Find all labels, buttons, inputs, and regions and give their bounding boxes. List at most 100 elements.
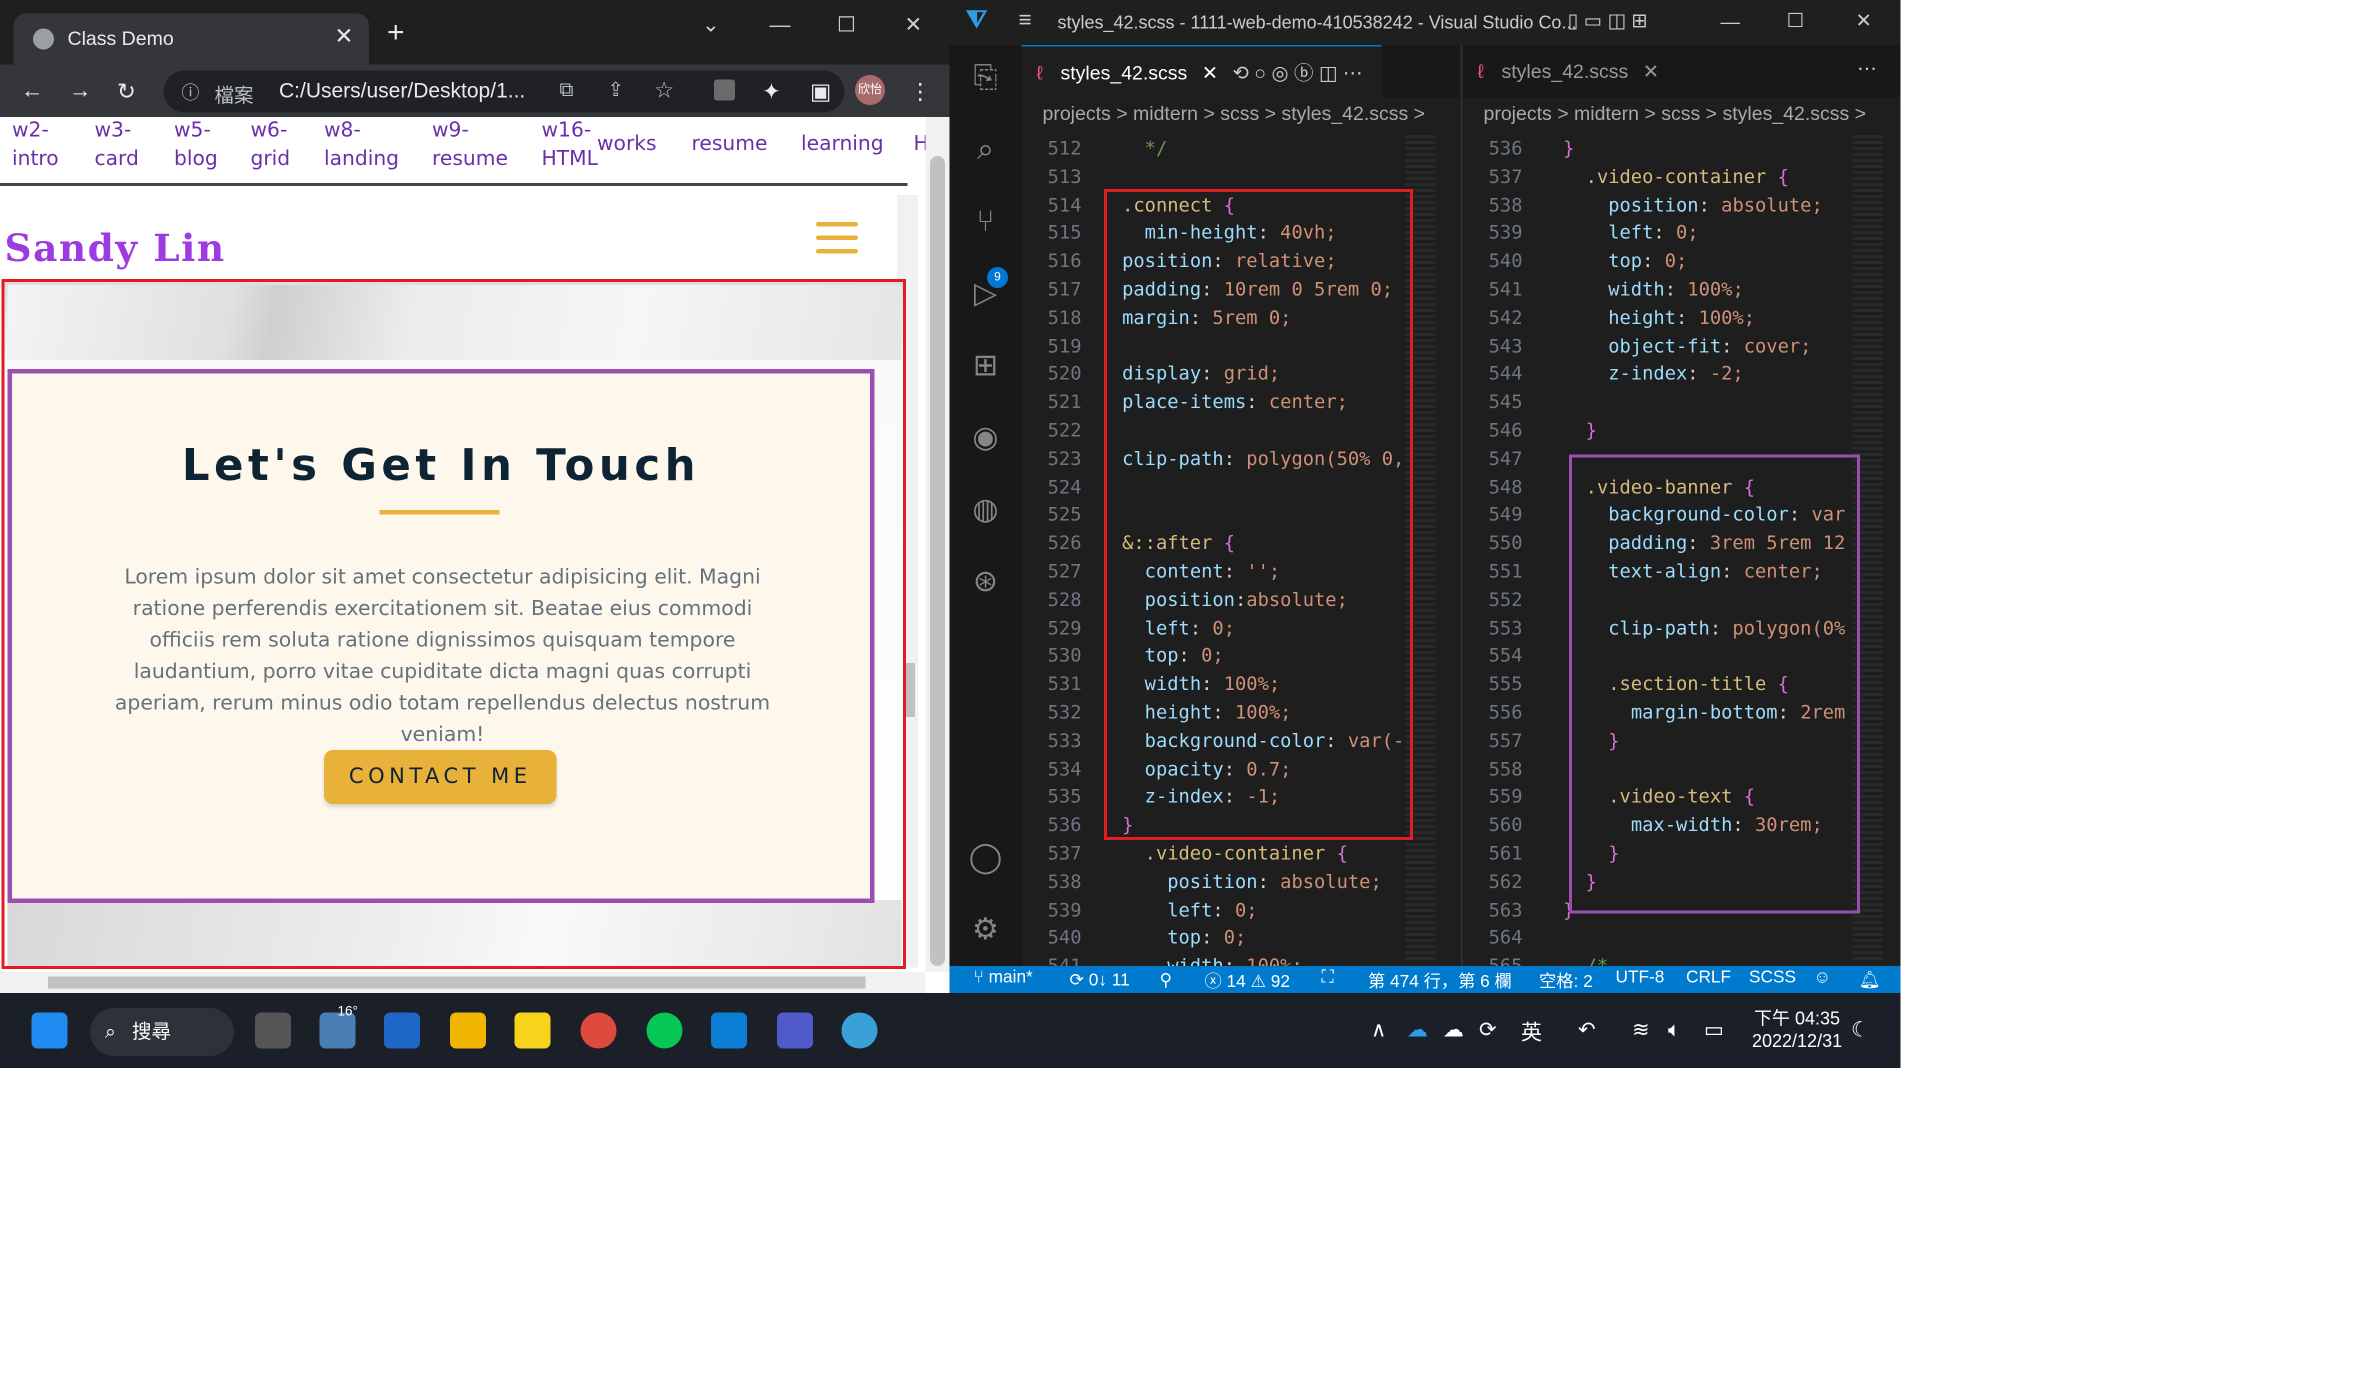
back-icon[interactable]: ← — [21, 78, 44, 104]
site-brand[interactable]: Sandy Lin — [5, 227, 226, 271]
breadcrumb[interactable]: projects > midtern > scss > styles_42.sc… — [1043, 102, 1426, 125]
code-line[interactable]: left: 0; — [1541, 220, 1698, 248]
scroll-thumb[interactable] — [930, 156, 945, 966]
horizontal-scroll-thumb[interactable] — [48, 976, 866, 989]
nav-link[interactable]: w5- blog — [174, 117, 218, 174]
nav-link[interactable]: w3- card — [95, 117, 139, 174]
profile-avatar[interactable]: 欣怡 — [855, 75, 885, 105]
live-share-icon[interactable]: ⚲ — [1160, 969, 1173, 990]
git-graph-icon[interactable]: ⊛ — [968, 564, 1004, 600]
extensions-puzzle-icon[interactable]: ✦ — [762, 78, 781, 106]
close-window-button[interactable]: ✕ — [905, 12, 923, 38]
info-icon[interactable]: ⓘ — [182, 80, 200, 106]
close-window-button[interactable]: ✕ — [1856, 9, 1872, 33]
edge-icon[interactable]: ◉ — [968, 420, 1004, 456]
extensions-icon[interactable]: ⊞ — [968, 348, 1004, 384]
forward-icon[interactable]: → — [69, 78, 92, 104]
horizontal-scrollbar[interactable] — [0, 972, 926, 993]
new-tab-button[interactable]: + — [387, 18, 405, 48]
battery-icon[interactable]: ▭ — [1704, 1017, 1724, 1043]
maximize-button[interactable]: ☐ — [837, 12, 856, 38]
code-line[interactable]: top: 0; — [1541, 248, 1687, 276]
teams-icon[interactable] — [777, 1012, 813, 1049]
menu-icon[interactable]: ≡ — [1019, 8, 1032, 34]
encoding[interactable]: UTF-8 — [1616, 969, 1665, 987]
bookmark-star-icon[interactable]: ☆ — [654, 77, 674, 104]
store-icon[interactable] — [384, 1012, 420, 1049]
nav-link[interactable]: w2- intro — [12, 117, 59, 174]
code-line[interactable]: */ — [1100, 135, 1168, 163]
sticky-notes-icon[interactable] — [514, 1012, 551, 1049]
code-line[interactable]: position: absolute; — [1100, 868, 1382, 896]
language-mode[interactable]: SCSS — [1749, 969, 1796, 987]
code-line[interactable]: top: 0; — [1100, 925, 1246, 953]
branch-indicator[interactable]: ⑂ main* — [974, 969, 1033, 987]
close-tab-icon[interactable]: ✕ — [1643, 60, 1659, 83]
nav-link[interactable]: w9- resume — [432, 117, 508, 174]
nav-link[interactable]: w16- HTML — [542, 117, 598, 174]
tab-search-icon[interactable]: ⌄ — [702, 12, 720, 38]
code-line[interactable]: height: 100%; — [1541, 304, 1755, 332]
code-line[interactable]: position: absolute; — [1541, 191, 1823, 219]
sync-indicator[interactable]: ⟳ 0↓ 11 — [1070, 969, 1130, 990]
clock[interactable]: 下午 04:35 2022/12/31 — [1752, 1008, 1842, 1053]
line-app-icon[interactable] — [646, 1012, 683, 1049]
code-line[interactable]: z-index: -2; — [1541, 361, 1743, 389]
settings-gear-icon[interactable]: ⚙ — [968, 912, 1004, 948]
minimize-button[interactable]: — — [1721, 11, 1741, 34]
reload-icon[interactable]: ↻ — [117, 78, 136, 106]
code-line[interactable]: .video-container { — [1100, 840, 1348, 868]
nav-link[interactable]: works — [597, 131, 657, 160]
page-scrollbar[interactable] — [925, 117, 950, 972]
code-line[interactable]: } — [1541, 135, 1574, 163]
contact-me-button[interactable]: CONTACT ME — [324, 750, 557, 804]
account-icon[interactable]: ◯ — [968, 840, 1004, 876]
run-debug-icon[interactable]: ▷ — [968, 276, 1004, 312]
code-line[interactable]: width: 100%; — [1541, 276, 1744, 304]
nav-link[interactable]: w6- grid — [251, 117, 291, 174]
browser-tab[interactable]: Class Demo ✕ — [13, 13, 369, 65]
breadcrumb[interactable]: projects > midtern > scss > styles_42.sc… — [1484, 102, 1867, 125]
share-icon[interactable]: ⇪ — [608, 78, 624, 102]
taskbar-search[interactable]: ⌕ 搜尋 — [90, 1008, 234, 1056]
more-actions-icon[interactable]: ⋯ — [1857, 57, 1877, 81]
cloud-icon[interactable]: ☁ — [1443, 1017, 1464, 1043]
extension-icon[interactable] — [714, 79, 735, 101]
maximize-button[interactable]: ☐ — [1787, 9, 1804, 33]
nav-link[interactable]: learning — [801, 131, 884, 160]
weather-icon[interactable]: 16° — [319, 1004, 358, 1049]
feedback-icon[interactable]: ☺ — [1814, 969, 1832, 987]
wifi-icon[interactable]: ≋ — [1632, 1017, 1650, 1043]
search-icon[interactable]: ⌕ — [968, 132, 1004, 168]
nav-link[interactable]: resume — [692, 131, 768, 160]
close-tab-icon[interactable]: ✕ — [1202, 62, 1218, 85]
code-line[interactable]: left: 0; — [1100, 896, 1257, 924]
sync-tray-icon[interactable]: ⟳ — [1479, 1017, 1497, 1043]
notification-moon-icon[interactable]: ☾ — [1851, 1017, 1870, 1043]
cursor-position[interactable]: 第 474 行，第 6 欄 — [1368, 969, 1512, 993]
menu-dots-icon[interactable]: ⋮ — [909, 78, 932, 106]
vscode-taskbar-icon[interactable] — [711, 1012, 747, 1049]
minimize-button[interactable]: — — [770, 12, 791, 36]
translate-icon[interactable]: ⧉ — [560, 78, 574, 102]
onedrive-icon[interactable]: ☁ — [1407, 1017, 1428, 1043]
code-line[interactable]: object-fit: cover; — [1541, 332, 1811, 360]
github-icon[interactable]: ◍ — [968, 492, 1004, 528]
hamburger-menu-icon[interactable] — [816, 222, 858, 258]
nav-link[interactable]: H — [914, 131, 926, 160]
indentation[interactable]: 空格: 2 — [1539, 969, 1593, 993]
close-tab-icon[interactable]: ✕ — [335, 23, 354, 50]
problems-indicator[interactable]: ⓧ 14 ⚠ 92 — [1205, 969, 1290, 993]
file-explorer-icon[interactable] — [450, 1012, 486, 1049]
notifications-bell-icon[interactable]: 🔔︎ — [1859, 969, 1881, 990]
chrome-icon[interactable] — [580, 1012, 617, 1049]
url-text[interactable]: C:/Users/user/Desktop/1... — [279, 78, 525, 102]
tab-styles-left[interactable]: ℓ styles_42.scss ✕ ⟲ ○ ◎ ⓑ ◫ ⋯ — [1021, 45, 1382, 98]
tab-styles-right[interactable]: ℓ styles_42.scss ✕ — [1463, 45, 1661, 98]
tray-chevron-icon[interactable]: ∧ — [1371, 1017, 1386, 1043]
code-line[interactable]: .video-container { — [1541, 163, 1789, 191]
editor-actions-icons[interactable]: ⟲ ○ ◎ ⓑ ◫ ⋯ — [1233, 62, 1363, 85]
explorer-icon[interactable]: ⎘ — [968, 60, 1004, 96]
run-icon[interactable]: ⛶ — [1322, 969, 1334, 989]
ime-indicator[interactable]: 英 — [1521, 1017, 1542, 1047]
